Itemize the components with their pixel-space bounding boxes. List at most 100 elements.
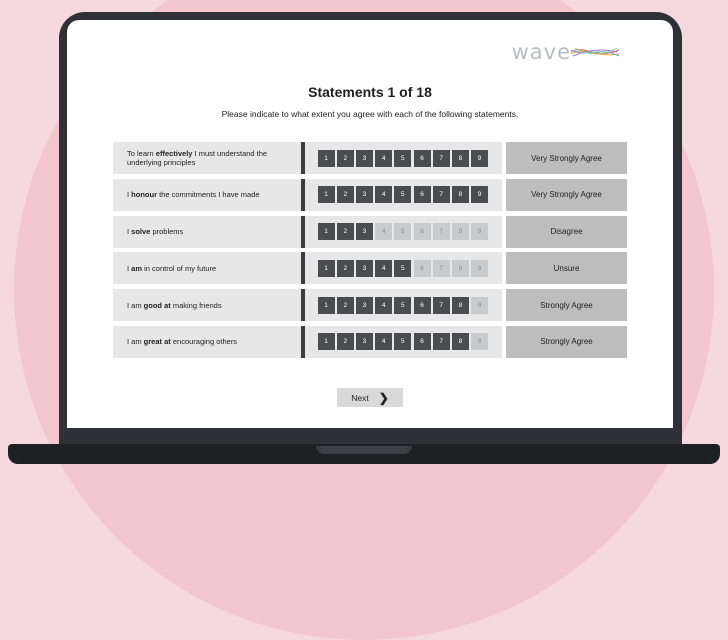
rating-option-5[interactable]: 5 [394, 223, 412, 241]
statement-row: I am great at encouraging others 1 2 3 4 5 6 7 8… [113, 325, 627, 358]
rating-option-9[interactable]: 9 [471, 223, 489, 241]
statement-fragment: in control of my future [142, 263, 217, 273]
statement-fragment: I am [127, 337, 144, 347]
statement-emphasis: solve [131, 227, 151, 237]
rating-option-7[interactable]: 7 [432, 149, 450, 167]
rating-option-4[interactable]: 4 [375, 333, 393, 351]
statement-fragment: I am [127, 300, 144, 310]
rating-option-5[interactable]: 5 [394, 149, 412, 167]
rating-option-8[interactable]: 8 [451, 296, 469, 314]
rating-option-8[interactable]: 8 [451, 186, 469, 204]
rating-option-3[interactable]: 3 [355, 149, 373, 167]
statement-row: I solve problems 1 2 3 4 5 6 7 8 9 Disagree [113, 215, 627, 248]
rating-option-3[interactable]: 3 [355, 186, 373, 204]
rating-option-5[interactable]: 5 [394, 333, 412, 351]
next-label: Next [351, 392, 369, 403]
page-title: Statements 1 of 18 [308, 84, 432, 100]
laptop-screen: wave Statements 1 of 18 Please indicate … [67, 20, 673, 428]
statement-emphasis: honour [131, 190, 157, 200]
rating-option-1[interactable]: 1 [317, 149, 335, 167]
rating-option-8[interactable]: 8 [451, 333, 469, 351]
statement-fragment: making friends [170, 300, 222, 310]
logo-text: wave [511, 40, 571, 64]
rating-option-6[interactable]: 6 [413, 296, 431, 314]
rating-option-5[interactable]: 5 [394, 186, 412, 204]
rating-option-2[interactable]: 2 [336, 149, 354, 167]
wave-logo: wave [512, 40, 621, 64]
rating-option-3[interactable]: 3 [355, 296, 373, 314]
statement-emphasis: effectively [155, 149, 193, 158]
rating-option-7[interactable]: 7 [432, 296, 450, 314]
laptop-notch [316, 446, 412, 454]
rating-option-2[interactable]: 2 [336, 259, 354, 277]
rating-scale: 123456789 [304, 178, 503, 211]
statement-row: I honour the commitments I have made 1 2 3 4… [113, 178, 627, 211]
rating-option-2[interactable]: 2 [336, 223, 354, 241]
chevron-right-icon: ❯ [378, 390, 389, 405]
answer-label: Very Strongly Agree [506, 142, 627, 174]
rating-scale: 123456789 [304, 325, 503, 358]
statement-row: I am good at making friends 1 2 3 4 5 6 7 8 9 Stro… [113, 289, 627, 322]
rating-option-7[interactable]: 7 [432, 333, 450, 351]
answer-label: Unsure [506, 252, 627, 285]
rating-option-1[interactable]: 1 [317, 259, 335, 277]
rating-scale: 123456789 [304, 252, 503, 285]
answer-label: Strongly Agree [506, 289, 627, 322]
rating-option-4[interactable]: 4 [375, 186, 393, 204]
statement-text: I am great at encouraging others [113, 325, 301, 358]
wave-swoosh-icon [570, 47, 620, 57]
rating-option-1[interactable]: 1 [317, 333, 335, 351]
rating-option-6[interactable]: 6 [413, 259, 431, 277]
rating-option-3[interactable]: 3 [355, 259, 373, 277]
next-button[interactable]: Next ❯ [337, 388, 403, 407]
rating-option-6[interactable]: 6 [413, 333, 431, 351]
rating-option-6[interactable]: 6 [413, 223, 431, 241]
statement-text: To learn effectively I must understand t… [113, 142, 301, 174]
statement-text: I am good at making friends [113, 289, 301, 322]
rating-scale: 123456789 [304, 289, 503, 322]
rating-option-4[interactable]: 4 [375, 223, 393, 241]
statement-fragment: encouraging others [170, 337, 238, 347]
answer-label: Very Strongly Agree [506, 178, 627, 211]
rating-option-1[interactable]: 1 [317, 186, 335, 204]
answer-label: Disagree [506, 215, 627, 248]
statement-text: I solve problems [113, 215, 301, 248]
statement-emphasis: great at [143, 337, 171, 347]
statement-text: I am in control of my future [113, 252, 301, 285]
statement-row: To learn effectively I must understand t… [113, 142, 627, 174]
statement-text: I honour the commitments I have made [113, 178, 301, 211]
rating-option-2[interactable]: 2 [336, 296, 354, 314]
statement-fragment: the commitments I have made [157, 190, 260, 200]
rating-option-9[interactable]: 9 [471, 259, 489, 277]
rating-option-5[interactable]: 5 [394, 296, 412, 314]
page-instructions: Please indicate to what extent you agree… [221, 109, 519, 119]
rating-option-6[interactable]: 6 [413, 186, 431, 204]
rating-scale: 123456789 [304, 142, 503, 174]
rating-option-7[interactable]: 7 [432, 223, 450, 241]
statement-fragment: To learn [127, 149, 156, 158]
rating-option-7[interactable]: 7 [432, 186, 450, 204]
rating-option-8[interactable]: 8 [451, 149, 469, 167]
rating-option-4[interactable]: 4 [375, 149, 393, 167]
rating-option-1[interactable]: 1 [317, 223, 335, 241]
rating-option-2[interactable]: 2 [336, 186, 354, 204]
rating-option-9[interactable]: 9 [471, 186, 489, 204]
rating-option-9[interactable]: 9 [471, 333, 489, 351]
rating-option-1[interactable]: 1 [317, 296, 335, 314]
rating-option-4[interactable]: 4 [375, 296, 393, 314]
statement-emphasis: good at [143, 300, 171, 310]
rating-option-9[interactable]: 9 [471, 296, 489, 314]
rating-option-2[interactable]: 2 [336, 333, 354, 351]
rating-option-7[interactable]: 7 [432, 259, 450, 277]
rating-option-8[interactable]: 8 [451, 259, 469, 277]
rating-scale: 123456789 [304, 215, 503, 248]
rating-option-5[interactable]: 5 [394, 259, 412, 277]
statement-fragment: problems [150, 227, 184, 237]
rating-option-3[interactable]: 3 [355, 333, 373, 351]
rating-option-3[interactable]: 3 [355, 223, 373, 241]
rating-option-4[interactable]: 4 [375, 259, 393, 277]
rating-option-6[interactable]: 6 [413, 149, 431, 167]
rating-option-9[interactable]: 9 [471, 149, 489, 167]
rating-option-8[interactable]: 8 [451, 223, 469, 241]
statement-row: I am in control of my future 1 2 3 4 5 6 7 8 9 Uns… [113, 252, 627, 285]
